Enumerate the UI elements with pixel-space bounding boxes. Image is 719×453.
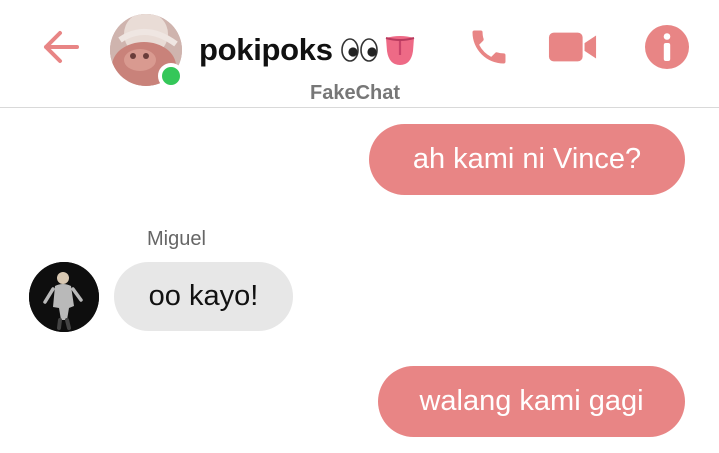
back-button[interactable]	[36, 22, 86, 72]
outgoing-message[interactable]: walang kami gagi	[378, 366, 685, 437]
video-call-button[interactable]	[548, 22, 598, 72]
contact-avatar-wrap[interactable]	[110, 14, 184, 89]
sender-name: Miguel	[147, 228, 206, 250]
call-button[interactable]	[464, 22, 514, 72]
sender-avatar[interactable]	[29, 262, 99, 332]
chat-header: pokipoks FakeChat	[0, 0, 719, 108]
info-icon	[645, 25, 689, 69]
app-name: FakeChat	[310, 82, 401, 104]
tongue-emoji-icon	[385, 36, 415, 65]
eyes-emoji-icon	[340, 38, 378, 62]
chat-title[interactable]: pokipoks	[199, 30, 417, 70]
back-arrow-icon	[44, 31, 79, 63]
outgoing-message[interactable]: ah kami ni Vince?	[369, 124, 685, 195]
contact-name-emoji	[340, 33, 417, 67]
phone-icon	[472, 30, 506, 64]
video-camera-icon	[548, 32, 597, 62]
contact-name: pokipoks	[199, 32, 333, 67]
online-status-dot	[158, 63, 184, 89]
info-button[interactable]	[642, 22, 692, 72]
incoming-message[interactable]: oo kayo!	[114, 262, 293, 331]
